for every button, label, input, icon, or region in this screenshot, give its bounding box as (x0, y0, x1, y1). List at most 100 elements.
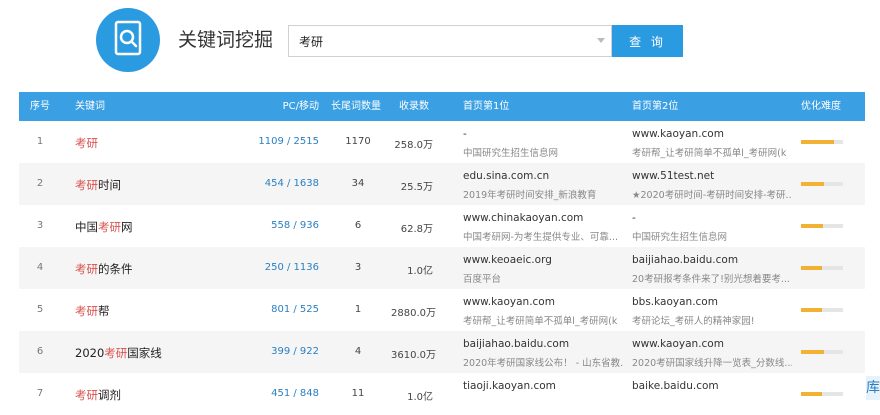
row-site2-title[interactable]: 中国研究生招生信息网 (632, 229, 727, 243)
row-pc-mobile[interactable]: 558 / 936 (249, 220, 319, 231)
row-site2-domain[interactable]: baike.baidu.com (632, 380, 719, 392)
row-index: 3 (36, 220, 44, 231)
row-longtail: 1170 (345, 136, 371, 147)
difficulty-bar-fill (801, 224, 823, 228)
chevron-down-icon[interactable] (597, 38, 605, 43)
difficulty-bar (801, 392, 843, 396)
row-index-count: 25.5万 (400, 182, 433, 193)
row-keyword[interactable]: 考研的条件 (75, 261, 133, 277)
row-index-count: 1.0亿 (407, 266, 433, 277)
row-site1-title[interactable]: 考研帮_让考研简单不孤单l_考研网(k (463, 313, 617, 327)
row-longtail: 6 (354, 220, 362, 231)
keyword-prefix: 2020 (75, 346, 105, 360)
row-index-count: 258.0万 (394, 140, 433, 151)
difficulty-bar (801, 140, 843, 144)
row-site2-domain[interactable]: bbs.kaoyan.com (632, 296, 718, 308)
row-pc-mobile[interactable]: 454 / 1638 (249, 178, 319, 189)
header-difficulty[interactable]: 优化难度 (801, 92, 841, 121)
row-pc-mobile[interactable]: 1109 / 2515 (249, 136, 319, 147)
keyword-suffix: 国家线 (127, 346, 162, 360)
table-header: 序号 关键词 PC/移动 长尾词数量 收录数 首页第1位 首页第2位 优化难度 (19, 92, 865, 121)
header-keyword: 关键词 (75, 101, 105, 112)
difficulty-bar (801, 182, 843, 186)
header-site2: 首页第2位 (632, 101, 679, 112)
difficulty-bar (801, 350, 843, 354)
row-site1-domain[interactable]: baijiahao.baidu.com (463, 338, 569, 350)
row-site1-domain[interactable]: - (463, 128, 467, 140)
keyword-highlight: 考研 (75, 262, 98, 276)
row-index: 7 (36, 388, 44, 399)
search-input[interactable] (289, 26, 579, 56)
row-site1-domain[interactable]: www.keoaeic.org (463, 254, 552, 266)
row-site2-domain[interactable]: www.51test.net (632, 170, 714, 182)
header-longtail[interactable]: 长尾词数量 (331, 92, 381, 121)
row-site2-title[interactable]: 20考研报考条件来了!别光想着要考... (632, 271, 790, 285)
row-pc-mobile[interactable]: 250 / 1136 (249, 262, 319, 273)
keyword-suffix: 时间 (98, 178, 121, 192)
table-row: 2 考研时间 454 / 1638 34 25.5万 edu.sina.com.cn 201… (19, 163, 865, 205)
keyword-prefix: 中国 (75, 220, 98, 234)
header-pc-mobile[interactable]: PC/移动 (249, 92, 319, 121)
row-keyword[interactable]: 考研时间 (75, 177, 121, 193)
row-site1-domain[interactable]: www.kaoyan.com (463, 296, 555, 308)
row-site1-title[interactable]: 百度平台 (463, 271, 501, 285)
keyword-suffix: 帮 (98, 304, 110, 318)
difficulty-bar-fill (801, 392, 822, 396)
table-row: 7 考研调剂 451 / 848 11 1.0亿 tiaoji.kaoyan.com bai… (19, 373, 865, 415)
search-button[interactable]: 查 询 (612, 25, 683, 57)
row-site2-title[interactable]: ★2020考研时间-考研时间安排-考研... (632, 187, 792, 201)
difficulty-bar-fill (801, 350, 825, 354)
row-keyword[interactable]: 2020考研国家线 (75, 345, 162, 361)
row-longtail: 34 (351, 178, 365, 189)
row-site1-domain[interactable]: edu.sina.com.cn (463, 170, 549, 182)
row-site1-title[interactable]: 2019年考研时间安排_新浪教育 (463, 187, 596, 201)
row-site2-domain[interactable]: - (632, 212, 636, 224)
header-index: 序号 (30, 101, 50, 112)
keyword-suffix: 的条件 (98, 262, 133, 276)
difficulty-bar (801, 266, 843, 270)
row-index-count: 2880.0万 (391, 308, 436, 319)
logo (96, 8, 160, 72)
keyword-highlight: 考研 (75, 178, 98, 192)
table-row: 5 考研帮 801 / 525 1 2880.0万 www.kaoyan.com 考研帮_让… (19, 289, 865, 331)
keyword-highlight: 考研 (98, 220, 121, 234)
row-site2-domain[interactable]: www.kaoyan.com (632, 338, 724, 350)
row-pc-mobile[interactable]: 451 / 848 (249, 388, 319, 399)
float-icon[interactable]: 库 (866, 376, 880, 400)
row-keyword[interactable]: 考研调剂 (75, 387, 121, 403)
row-pc-mobile[interactable]: 801 / 525 (249, 304, 319, 315)
row-longtail: 3 (354, 262, 362, 273)
row-index: 6 (36, 346, 44, 357)
table-row: 1 考研 1109 / 2515 1170 258.0万 - 中国研究生招生信息网 www.k… (19, 121, 865, 163)
difficulty-bar (801, 224, 843, 228)
row-keyword[interactable]: 中国考研网 (75, 219, 133, 235)
row-site2-title[interactable]: 考研论坛_考研人的精神家园! (632, 313, 755, 327)
row-site1-title[interactable]: 中国研究生招生信息网 (463, 145, 558, 159)
row-longtail: 4 (354, 346, 362, 357)
difficulty-bar (801, 308, 843, 312)
row-longtail: 1 (354, 304, 362, 315)
row-site2-domain[interactable]: baijiahao.baidu.com (632, 254, 738, 266)
difficulty-bar-fill (801, 266, 822, 270)
row-keyword[interactable]: 考研 (75, 135, 98, 151)
row-index-count: 1.0亿 (407, 392, 433, 403)
header-index-count[interactable]: 收录数 (399, 92, 429, 121)
row-site1-title[interactable]: 中国考研网-为考生提供专业、可靠... (463, 229, 618, 243)
magnifier-document-icon (114, 20, 142, 56)
row-site1-title[interactable]: 2020年考研国家线公布！ - 山东省教... (463, 355, 623, 369)
row-index: 2 (36, 178, 44, 189)
row-site2-domain[interactable]: www.kaoyan.com (632, 128, 724, 140)
row-pc-mobile[interactable]: 399 / 922 (249, 346, 319, 357)
row-site1-domain[interactable]: tiaoji.kaoyan.com (463, 380, 556, 392)
row-site2-title[interactable]: 考研帮_让考研简单不孤单l_考研网(k (632, 145, 786, 159)
difficulty-bar-fill (801, 140, 834, 144)
row-site1-domain[interactable]: www.chinakaoyan.com (463, 212, 583, 224)
row-keyword[interactable]: 考研帮 (75, 303, 110, 319)
row-index: 4 (36, 262, 44, 273)
keyword-suffix: 网 (121, 220, 133, 234)
row-index: 1 (36, 136, 44, 147)
row-site2-title[interactable]: 2020考研国家线升降一览表_分数线... (632, 355, 792, 369)
keyword-highlight: 考研 (75, 304, 98, 318)
difficulty-bar-fill (801, 182, 825, 186)
page-title: 关键词挖掘 (178, 29, 274, 51)
